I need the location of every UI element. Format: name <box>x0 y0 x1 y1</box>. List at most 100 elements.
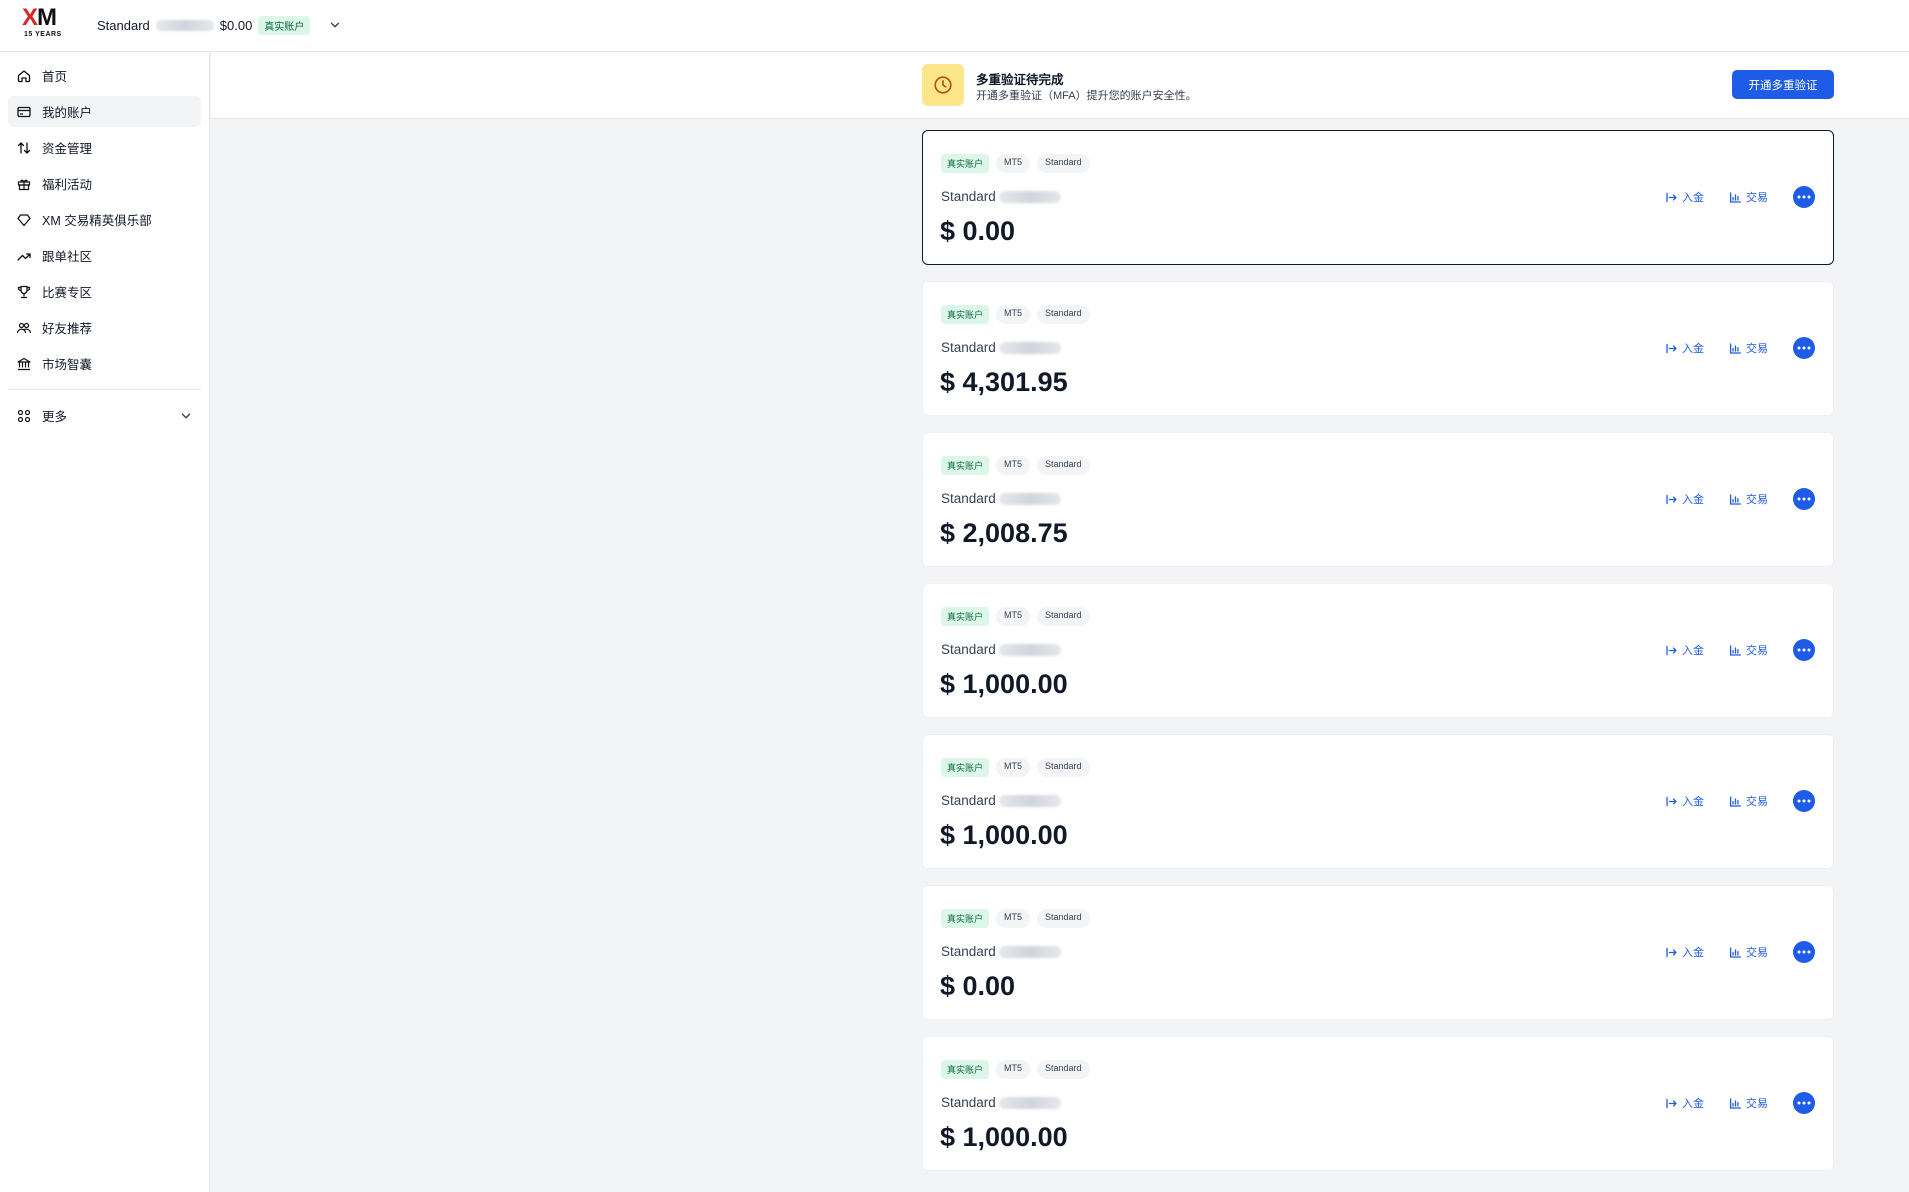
more-dots-icon <box>1797 648 1811 652</box>
account-switcher[interactable]: Standard $0.00 真实账户 <box>97 12 342 38</box>
account-name: Standard <box>941 944 1061 959</box>
trade-label: 交易 <box>1746 192 1768 204</box>
sidebar-item-label: 更多 <box>42 410 68 424</box>
sidebar-item-home[interactable]: 首页 <box>8 60 201 91</box>
xm-logo[interactable]: XM 15 YEARS <box>22 6 68 42</box>
sidebar-item-funds[interactable]: 资金管理 <box>8 132 201 163</box>
more-dots-icon <box>1797 346 1811 350</box>
tag-platform: MT5 <box>996 456 1031 475</box>
tag-platform: MT5 <box>996 1060 1031 1079</box>
deposit-label: 入金 <box>1682 343 1704 355</box>
tag-real-account: 真实账户 <box>941 758 990 777</box>
more-options-button[interactable] <box>1793 639 1815 661</box>
trade-label: 交易 <box>1746 343 1768 355</box>
sidebar-item-label: XM 交易精英俱乐部 <box>42 214 152 228</box>
trade-button[interactable]: 交易 <box>1729 944 1768 960</box>
tag-platform: MT5 <box>996 607 1031 626</box>
sidebar-item-elite-club[interactable]: XM 交易精英俱乐部 <box>8 204 201 235</box>
account-tags: 真实账户 MT5 Standard <box>941 456 1090 475</box>
more-options-button[interactable] <box>1793 1092 1815 1114</box>
chevron-down-icon[interactable] <box>328 18 342 32</box>
account-actions: 入金 交易 <box>1665 488 1815 510</box>
chevron-down-icon <box>181 413 191 418</box>
tag-real-account: 真实账户 <box>941 1060 990 1079</box>
chart-icon <box>1729 493 1742 505</box>
chart-icon <box>1729 644 1742 656</box>
account-number-redacted <box>998 190 1061 203</box>
deposit-button[interactable]: 入金 <box>1665 189 1704 205</box>
sidebar-item-promotions[interactable]: 福利活动 <box>8 168 201 199</box>
enable-mfa-button[interactable]: 开通多重验证 <box>1732 70 1834 99</box>
account-card[interactable]: 真实账户 MT5 Standard Standard $ 0.00 入金 交易 <box>922 130 1834 265</box>
trade-button[interactable]: 交易 <box>1729 1095 1768 1111</box>
trade-button[interactable]: 交易 <box>1729 793 1768 809</box>
mfa-icon-box <box>922 64 964 106</box>
deposit-icon <box>1666 645 1677 655</box>
account-number-redacted <box>998 1096 1061 1109</box>
mfa-title: 多重验证待完成 <box>976 73 1064 87</box>
account-number-redacted <box>155 19 214 31</box>
chart-icon <box>1729 1097 1742 1109</box>
deposit-button[interactable]: 入金 <box>1665 491 1704 507</box>
more-options-button[interactable] <box>1793 941 1815 963</box>
sidebar-item-market-insights[interactable]: 市场智囊 <box>8 348 201 379</box>
sidebar-item-label: 我的账户 <box>42 106 93 120</box>
more-dots-icon <box>1797 497 1811 501</box>
deposit-label: 入金 <box>1682 1098 1704 1110</box>
account-badge: 真实账户 <box>258 15 311 35</box>
trade-button[interactable]: 交易 <box>1729 340 1768 356</box>
account-actions: 入金 交易 <box>1665 337 1815 359</box>
trade-button[interactable]: 交易 <box>1729 491 1768 507</box>
deposit-button[interactable]: 入金 <box>1665 944 1704 960</box>
account-number-redacted <box>998 794 1061 807</box>
account-card[interactable]: 真实账户 MT5 Standard Standard $ 1,000.00 入金… <box>922 583 1834 718</box>
account-name: Standard <box>941 793 1061 808</box>
sidebar-item-label: 好友推荐 <box>42 322 93 336</box>
deposit-button[interactable]: 入金 <box>1665 642 1704 658</box>
account-name-text: Standard <box>941 189 996 204</box>
account-balance: $ 2,008.75 <box>940 518 1068 548</box>
mfa-banner: 多重验证待完成 开通多重验证（MFA）提升您的账户安全性。 开通多重验证 <box>211 52 1909 119</box>
account-actions: 入金 交易 <box>1665 941 1815 963</box>
account-name: Standard <box>941 491 1061 506</box>
deposit-button[interactable]: 入金 <box>1665 793 1704 809</box>
sidebar-item-referrals[interactable]: 好友推荐 <box>8 312 201 343</box>
account-name: Standard <box>941 1095 1061 1110</box>
more-options-button[interactable] <box>1793 790 1815 812</box>
account-card[interactable]: 真实账户 MT5 Standard Standard $ 2,008.75 入金… <box>922 432 1834 567</box>
account-tags: 真实账户 MT5 Standard <box>941 1060 1090 1079</box>
sidebar-divider <box>8 389 201 390</box>
more-options-button[interactable] <box>1793 186 1815 208</box>
sidebar-item-competitions[interactable]: 比赛专区 <box>8 276 201 307</box>
more-options-button[interactable] <box>1793 337 1815 359</box>
deposit-button[interactable]: 入金 <box>1665 340 1704 356</box>
more-options-button[interactable] <box>1793 488 1815 510</box>
sidebar-item-more[interactable]: 更多 <box>8 400 201 431</box>
tag-platform: MT5 <box>996 758 1031 777</box>
card-icon <box>17 106 31 117</box>
trade-label: 交易 <box>1746 494 1768 506</box>
more-dots-icon <box>1797 195 1811 199</box>
account-balance: $ 0.00 <box>940 216 1016 246</box>
sidebar: 首页 我的账户 资金管理 福利活动 XM 交易精英俱乐部 跟单社区 比赛专区 好… <box>0 52 210 1192</box>
trade-button[interactable]: 交易 <box>1729 642 1768 658</box>
tag-real-account: 真实账户 <box>941 456 990 475</box>
account-card[interactable]: 真实账户 MT5 Standard Standard $ 1,000.00 入金… <box>922 1036 1834 1171</box>
deposit-label: 入金 <box>1682 947 1704 959</box>
account-card[interactable]: 真实账户 MT5 Standard Standard $ 0.00 入金 交易 <box>922 885 1834 1020</box>
account-card[interactable]: 真实账户 MT5 Standard Standard $ 1,000.00 入金… <box>922 734 1834 869</box>
home-icon <box>17 69 31 82</box>
account-card[interactable]: 真实账户 MT5 Standard Standard $ 4,301.95 入金… <box>922 281 1834 416</box>
deposit-button[interactable]: 入金 <box>1665 1095 1704 1111</box>
more-dots-icon <box>1797 1101 1811 1105</box>
friends-icon <box>16 322 32 333</box>
account-tags: 真实账户 MT5 Standard <box>941 909 1090 928</box>
sidebar-item-copy-trading[interactable]: 跟单社区 <box>8 240 201 271</box>
trade-button[interactable]: 交易 <box>1729 189 1768 205</box>
sidebar-item-my-accounts[interactable]: 我的账户 <box>8 96 201 127</box>
account-number-redacted <box>998 492 1061 505</box>
account-actions: 入金 交易 <box>1665 790 1815 812</box>
tag-real-account: 真实账户 <box>941 607 990 626</box>
sidebar-item-label: 首页 <box>42 70 68 84</box>
chart-icon <box>1729 342 1742 354</box>
